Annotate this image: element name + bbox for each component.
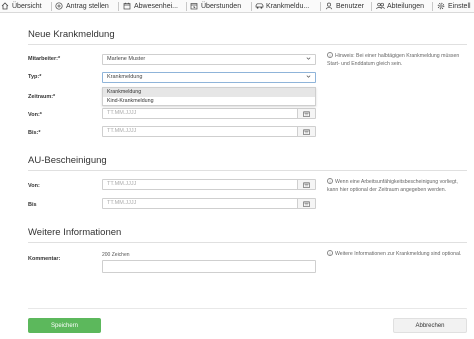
calendar-icon [303, 129, 310, 135]
section-divider [28, 170, 467, 171]
bis-placeholder: TT.MM.JJJJ [107, 128, 137, 134]
save-button[interactable]: Speichern [28, 318, 101, 333]
plus-circle-icon [55, 2, 63, 10]
nav-item-einstellungen[interactable]: Einstell [437, 0, 471, 12]
typ-dropdown-list: Krankmeldung Kind-Krankmeldung [102, 87, 316, 106]
calendar-icon [303, 111, 310, 117]
char-counter: 200 Zeichen [102, 252, 130, 258]
typ-option-krankmeldung[interactable]: Krankmeldung [103, 88, 315, 97]
nav-item-benutzer[interactable]: Benutzer [325, 0, 364, 12]
hint-halbtaegig: i Hinweis: Bei einer halbtägigen Krankmel… [327, 52, 467, 68]
nav-divider [51, 2, 52, 11]
user-icon [325, 2, 333, 10]
nav-divider [251, 2, 252, 11]
calendar-button[interactable] [297, 109, 315, 118]
bis-label: Bis:* [28, 130, 41, 136]
footer-divider [28, 308, 467, 309]
hint-text: Weitere Informationen zur Krankmeldung s… [335, 251, 462, 257]
chevron-down-icon [306, 56, 311, 65]
typ-value: Krankmeldung [107, 74, 143, 80]
nav-divider [320, 2, 321, 11]
typ-label: Typ:* [28, 74, 42, 80]
au-bis-label: Bis [28, 202, 37, 208]
info-icon: i [327, 250, 333, 256]
kommentar-label: Kommentar: [28, 256, 61, 262]
nav-item-label: Übersicht [12, 2, 42, 10]
nav-item-label: Abteilungen [387, 2, 424, 10]
info-icon: i [327, 178, 333, 184]
nav-item-ueberstunden[interactable]: Überstunden [190, 0, 241, 12]
cancel-button[interactable]: Abbrechen [393, 318, 467, 333]
au-von-date-input[interactable]: TT.MM.JJJJ [102, 179, 316, 190]
section-divider [28, 44, 467, 45]
nav-divider [186, 2, 187, 11]
hint-au-bescheinigung: i Wenn eine Arbeitsunfähigkeitsbescheinig… [327, 178, 462, 194]
nav-divider [118, 2, 119, 11]
top-navigation: Übersicht Antrag stellen Abwesenhei... Ü… [0, 0, 474, 13]
chevron-down-icon [306, 74, 311, 83]
nav-divider [371, 2, 372, 11]
mitarbeiter-label: Mitarbeiter:* [28, 56, 61, 62]
von-placeholder: TT.MM.JJJJ [107, 110, 137, 116]
section-title-weitere-informationen: Weitere Informationen [28, 227, 122, 238]
hint-kommentar: i Weitere Informationen zur Krankmeldung … [327, 250, 467, 258]
nav-item-abteilungen[interactable]: Abteilungen [376, 0, 424, 12]
section-title-au-bescheinigung: AU-Bescheinigung [28, 155, 107, 166]
calendar-button[interactable] [297, 199, 315, 208]
nav-divider [432, 2, 433, 11]
kommentar-textarea[interactable] [102, 260, 316, 273]
nav-item-label: Überstunden [201, 2, 242, 10]
hint-text: Hinweis: Bei einer halbtägigen Krankmeld… [327, 53, 460, 67]
section-title-neue-krankmeldung: Neue Krankmeldung [28, 29, 115, 40]
nav-item-label: Einstell [448, 2, 471, 10]
nav-item-antrag-stellen[interactable]: Antrag stellen [55, 0, 109, 12]
calendar-button[interactable] [297, 180, 315, 189]
au-bis-date-input[interactable]: TT.MM.JJJJ [102, 198, 316, 209]
nav-item-label: Antrag stellen [66, 2, 109, 10]
info-icon: i [327, 52, 333, 58]
gear-icon [437, 2, 445, 10]
hint-text: Wenn eine Arbeitsunfähigkeitsbescheinigu… [327, 179, 458, 193]
calendar-button[interactable] [297, 127, 315, 136]
calendar-icon [303, 201, 310, 207]
mitarbeiter-select[interactable]: Marlene Muster [102, 54, 316, 65]
von-date-input[interactable]: TT.MM.JJJJ [102, 108, 316, 119]
mitarbeiter-value: Marlene Muster [107, 56, 146, 62]
nav-item-abwesenheiten[interactable]: Abwesenhei... [123, 0, 178, 12]
nav-item-label: Abwesenhei... [134, 2, 178, 10]
typ-option-kind-krankmeldung[interactable]: Kind-Krankmeldung [103, 97, 315, 106]
calendar-icon [303, 182, 310, 188]
section-divider [28, 242, 467, 243]
typ-select[interactable]: Krankmeldung [102, 72, 316, 83]
nav-item-label: Krankmeldu... [266, 2, 310, 10]
au-von-label: Von: [28, 183, 40, 189]
au-bis-placeholder: TT.MM.JJJJ [107, 200, 137, 206]
nav-item-krankmeldungen[interactable]: Krankmeldu... [255, 0, 309, 12]
home-icon [1, 2, 9, 10]
nav-item-label: Benutzer [336, 2, 365, 10]
von-label: Von:* [28, 112, 42, 118]
calendar-clock-icon [190, 2, 198, 10]
bis-date-input[interactable]: TT.MM.JJJJ [102, 126, 316, 137]
car-icon [255, 2, 264, 10]
nav-item-uebersicht[interactable]: Übersicht [1, 0, 42, 12]
calendar-icon [123, 2, 131, 10]
zeitraum-label: Zeitraum:* [28, 94, 56, 100]
au-von-placeholder: TT.MM.JJJJ [107, 181, 137, 187]
users-icon [376, 2, 385, 10]
